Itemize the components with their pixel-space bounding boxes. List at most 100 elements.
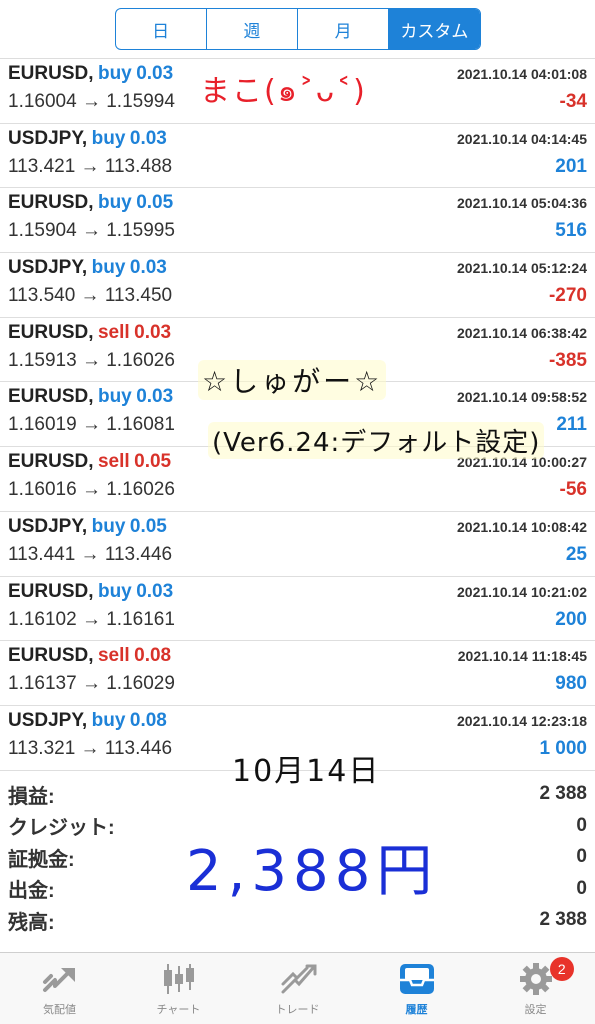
tab-trade[interactable]: トレード <box>238 953 357 1024</box>
candlestick-icon <box>159 961 199 997</box>
period-week-button[interactable]: 週 <box>207 9 298 49</box>
trade-row[interactable]: USDJPY, buy 0.05 2021.10.14 10:08:42 113.4… <box>0 512 595 577</box>
trade-datetime: 2021.10.14 11:18:45 <box>457 648 587 665</box>
period-custom-button[interactable]: カスタム <box>389 9 480 49</box>
trade-symbol: EURUSD, <box>8 451 94 473</box>
trade-prices: 1.15904 → 1.15995 <box>8 220 175 242</box>
trade-prices: 1.15913 → 1.16026 <box>8 349 175 371</box>
trade-lots: 0.03 <box>136 63 174 84</box>
summary-value: 2 388 <box>539 909 587 931</box>
trade-prices: 113.321 → 113.446 <box>8 737 173 759</box>
trade-datetime: 2021.10.14 05:04:36 <box>457 195 587 212</box>
tab-quotes-label: 気配値 <box>43 1003 76 1016</box>
trade-datetime: 2021.10.14 04:14:45 <box>457 130 587 147</box>
trade-datetime: 2021.10.14 12:23:18 <box>457 712 587 729</box>
tab-settings-label: 設定 <box>524 1003 547 1016</box>
summary-value: 0 <box>576 846 587 868</box>
handwritten-profit-amount: 2,388円 <box>186 839 439 904</box>
period-day-button[interactable]: 日 <box>116 9 207 49</box>
trade-profit: 980 <box>555 673 587 695</box>
trade-lots: 0.03 <box>136 580 174 602</box>
trade-row[interactable]: USDJPY, buy 0.03 2021.10.14 04:14:45 113.4… <box>0 124 595 189</box>
trade-icon <box>278 961 318 997</box>
period-segmented-control: 日 週 月 カスタム <box>114 8 481 50</box>
tab-chart-label: チャート <box>156 1003 201 1016</box>
trade-side: sell <box>97 321 130 343</box>
summary-value: 2 388 <box>539 783 587 805</box>
trade-side: buy <box>97 192 132 214</box>
tab-trade-label: トレード <box>275 1003 320 1016</box>
trade-symbol: USDJPY, <box>8 515 88 537</box>
tab-chart[interactable]: チャート <box>119 953 238 1024</box>
trade-symbol: EURUSD, <box>8 321 94 343</box>
trade-profit: 1 000 <box>539 737 587 759</box>
trade-side: buy <box>97 580 132 602</box>
trade-side: buy <box>91 709 126 731</box>
trade-lots: 0.03 <box>129 257 167 279</box>
trade-side: buy <box>97 63 132 84</box>
trade-prices: 113.421 → 113.488 <box>8 155 173 177</box>
trade-profit: 516 <box>555 220 587 242</box>
trade-profit: -270 <box>548 285 587 307</box>
trade-profit: 201 <box>555 155 587 177</box>
trade-lots: 0.05 <box>136 192 174 214</box>
trade-row[interactable]: USDJPY, buy 0.03 2021.10.14 05:12:24 113.5… <box>0 253 595 318</box>
trade-profit: -34 <box>559 91 587 112</box>
trade-profit: 211 <box>556 414 587 436</box>
trade-lots: 0.03 <box>134 321 172 343</box>
trade-profit: -56 <box>559 479 587 501</box>
summary-label: 証拠金: <box>8 848 75 871</box>
quotes-icon <box>40 961 80 997</box>
trade-side: buy <box>91 257 126 279</box>
trade-lots: 0.08 <box>134 645 172 667</box>
trade-side: sell <box>97 645 130 667</box>
period-selector-bar: 日 週 月 カスタム <box>0 0 595 58</box>
trade-datetime: 2021.10.14 06:38:42 <box>457 324 587 341</box>
summary-value: 0 <box>576 814 587 836</box>
trade-row[interactable]: EURUSD, buy 0.03 2021.10.14 10:21:02 1.161… <box>0 577 595 642</box>
trade-prices: 113.540 → 113.450 <box>8 285 173 307</box>
summary-row: 残高: 2 388 <box>8 905 587 937</box>
summary-label: クレジット: <box>8 817 115 840</box>
summary-label: 損益: <box>8 785 55 808</box>
trade-history-list: EURUSD, buy 0.03 2021.10.14 04:01:08 1.160… <box>0 58 595 771</box>
trade-lots: 0.05 <box>134 451 172 473</box>
period-month-button[interactable]: 月 <box>298 9 390 49</box>
handwritten-author-name: まこ(๑˃ᴗ˂) <box>200 74 367 109</box>
trade-prices: 1.16102 → 1.16161 <box>8 608 175 630</box>
trade-profit: 200 <box>555 608 587 630</box>
trade-lots: 0.03 <box>136 386 174 408</box>
trade-symbol: EURUSD, <box>8 645 94 667</box>
trade-datetime: 2021.10.14 04:01:08 <box>457 66 587 82</box>
trade-datetime: 2021.10.14 05:12:24 <box>457 260 587 277</box>
settings-notification-badge: 2 <box>549 957 574 981</box>
trade-row[interactable]: EURUSD, sell 0.08 2021.10.14 11:18:45 1.16… <box>0 641 595 706</box>
handwritten-date: 10月14日 <box>232 754 381 789</box>
trade-symbol: USDJPY, <box>8 127 88 149</box>
handwritten-sugar-label: ☆しゅがー☆ <box>198 360 387 400</box>
summary-value: 0 <box>576 877 587 899</box>
tab-history-label: 履歴 <box>405 1003 428 1016</box>
trade-prices: 1.16019 → 1.16081 <box>8 414 175 436</box>
tab-quotes[interactable]: 気配値 <box>0 953 119 1024</box>
handwritten-version-label: (Ver6.24:デフォルト設定) <box>208 422 545 459</box>
trade-prices: 1.16137 → 1.16029 <box>8 673 175 695</box>
trade-prices: 1.16004 → 1.15994 <box>8 91 175 112</box>
trade-profit: -385 <box>548 349 587 371</box>
trade-lots: 0.03 <box>129 127 167 149</box>
trade-datetime: 2021.10.14 10:21:02 <box>457 583 587 600</box>
trade-prices: 1.16016 → 1.16026 <box>8 479 175 501</box>
trade-profit: 25 <box>565 543 587 565</box>
trade-lots: 0.08 <box>129 709 167 731</box>
trade-symbol: EURUSD, <box>8 63 94 84</box>
tab-settings[interactable]: 2 設定 <box>476 953 595 1024</box>
trade-symbol: EURUSD, <box>8 386 94 408</box>
history-screen: 日 週 月 カスタム EURUSD, buy 0.03 2021.10.14 04… <box>0 0 595 1024</box>
trade-row[interactable]: EURUSD, buy 0.05 2021.10.14 05:04:36 1.159… <box>0 188 595 254</box>
trade-datetime: 2021.10.14 09:58:52 <box>457 389 587 406</box>
trade-side: buy <box>97 386 132 408</box>
trade-lots: 0.05 <box>129 515 167 537</box>
tab-history[interactable]: 履歴 <box>357 953 476 1024</box>
summary-label: 出金: <box>8 880 55 903</box>
history-inbox-icon <box>397 961 437 997</box>
